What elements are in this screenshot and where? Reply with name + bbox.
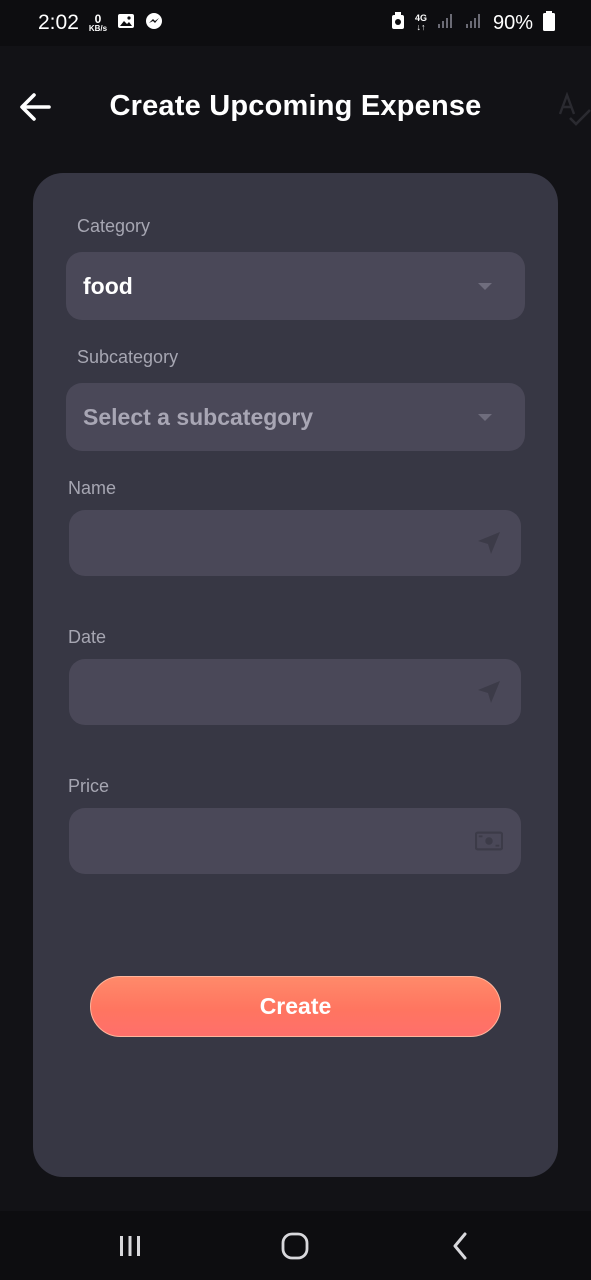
status-left: 2:02 0 KB/s [38, 11, 163, 35]
subcategory-label: Subcategory [77, 347, 179, 367]
price-field [69, 808, 521, 874]
battery-percent: 90% [492, 11, 533, 34]
subcategory-dropdown[interactable]: Select a subcategory [66, 383, 525, 451]
battery-icon [543, 10, 555, 36]
system-nav-bar [0, 1211, 591, 1280]
data-speed: 0 KB/s [89, 13, 107, 33]
date-label: Date [68, 627, 107, 647]
category-value: food [83, 272, 133, 299]
category-label: Category [77, 216, 151, 236]
price-input[interactable] [87, 829, 475, 853]
name-label: Name [68, 478, 117, 498]
network-type: 4G ↓↑ [415, 14, 427, 32]
screen: 2:02 0 KB/s 4G ↓↑ 90% Create Upcoming Ex… [0, 0, 591, 1280]
gallery-icon [117, 13, 135, 34]
caret-down-icon [478, 413, 492, 421]
data-speed-unit: KB/s [88, 24, 108, 33]
back-nav-button[interactable] [430, 1211, 490, 1280]
date-field [69, 659, 521, 725]
status-bar: 2:02 0 KB/s 4G ↓↑ 90% [0, 0, 591, 46]
home-icon [281, 1232, 309, 1259]
page-title: Create Upcoming Expense [109, 90, 482, 122]
name-input[interactable] [87, 531, 475, 555]
create-button[interactable]: Create [90, 976, 501, 1037]
home-button[interactable] [265, 1211, 325, 1280]
app-bar: Create Upcoming Expense [0, 46, 591, 172]
subcategory-placeholder: Select a subcategory [83, 403, 314, 430]
caret-down-icon [478, 282, 492, 290]
clock: 2:02 [38, 11, 79, 34]
signal-icon-2 [465, 13, 483, 34]
status-right: 4G ↓↑ 90% [391, 10, 555, 36]
network-arrows: ↓↑ [416, 22, 426, 32]
navigation-arrow-icon [475, 529, 503, 557]
date-input[interactable] [87, 680, 475, 704]
price-label: Price [68, 776, 110, 796]
messenger-icon [145, 12, 163, 35]
navigation-arrow-icon [475, 678, 503, 706]
signal-icon-1 [437, 13, 455, 34]
form-card: Category food Subcategory Select a subca… [33, 173, 558, 1177]
chevron-left-icon [453, 1232, 467, 1259]
category-dropdown[interactable]: food [66, 252, 525, 320]
spellcheck-icon[interactable] [556, 91, 591, 128]
recent-apps-icon [120, 1235, 140, 1256]
name-field [69, 510, 521, 576]
money-icon [475, 827, 503, 855]
recent-apps-button[interactable] [100, 1211, 160, 1280]
battery-saver-icon [391, 11, 405, 35]
